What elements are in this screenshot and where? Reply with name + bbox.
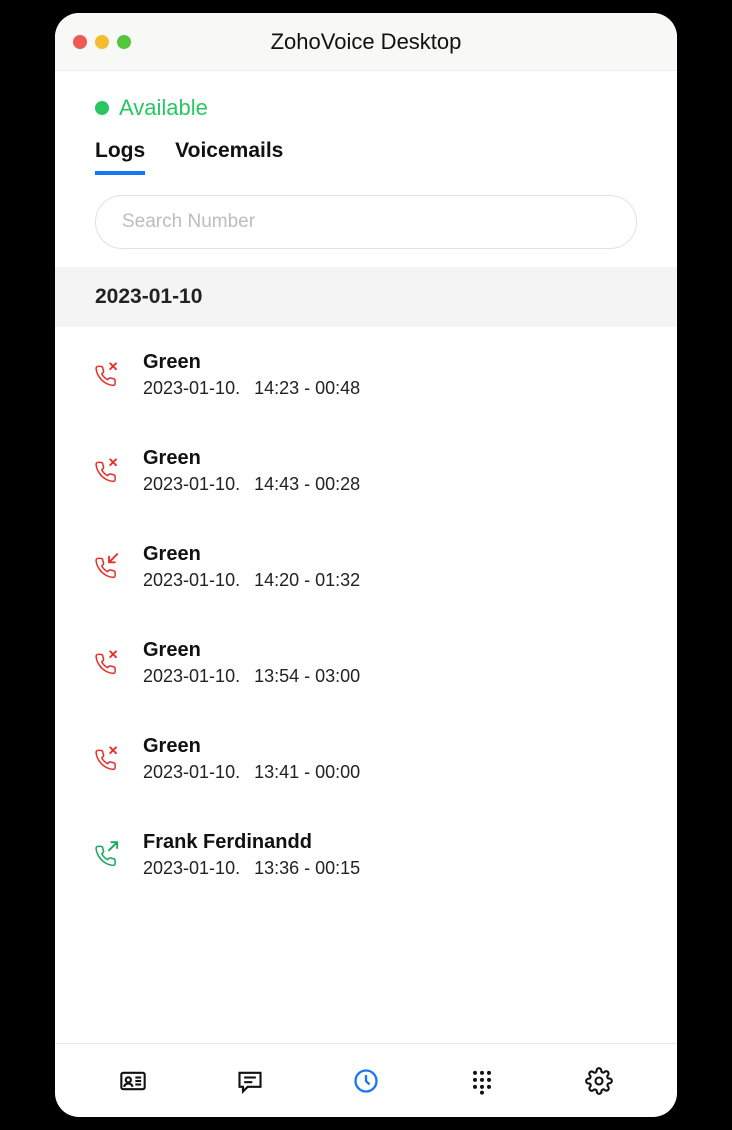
log-item[interactable]: Frank Ferdinandd 2023-01-10. 13:36 - 00:…: [55, 807, 677, 903]
log-time: 14:20 - 01:32: [254, 570, 360, 591]
app-window: ZohoVoice Desktop Available Logs Voicema…: [55, 13, 677, 1117]
log-body: Green 2023-01-10. 14:23 - 00:48: [143, 351, 360, 399]
nav-messages[interactable]: [235, 1066, 265, 1096]
log-time: 14:43 - 00:28: [254, 474, 360, 495]
nav-settings[interactable]: [584, 1066, 614, 1096]
clock-icon: [352, 1067, 380, 1095]
call-missed-icon: [95, 745, 123, 773]
log-body: Green 2023-01-10. 14:20 - 01:32: [143, 543, 360, 591]
log-meta: 2023-01-10. 14:43 - 00:28: [143, 474, 360, 495]
log-date: 2023-01-10.: [143, 666, 240, 687]
maximize-icon[interactable]: [117, 35, 131, 49]
log-name: Frank Ferdinandd: [143, 831, 360, 854]
traffic-lights: [73, 35, 131, 49]
tab-voicemails[interactable]: Voicemails: [175, 139, 283, 175]
log-name: Green: [143, 735, 360, 758]
nav-contacts[interactable]: [118, 1066, 148, 1096]
log-name: Green: [143, 543, 360, 566]
call-missed-icon: [95, 361, 123, 389]
log-meta: 2023-01-10. 13:36 - 00:15: [143, 858, 360, 879]
search-container: [55, 175, 677, 267]
log-date: 2023-01-10.: [143, 474, 240, 495]
call-missed-icon: [95, 457, 123, 485]
gear-icon: [585, 1067, 613, 1095]
message-icon: [236, 1067, 264, 1095]
log-time: 13:41 - 00:00: [254, 762, 360, 783]
status-dot-icon: [95, 101, 109, 115]
log-date: 2023-01-10.: [143, 858, 240, 879]
call-outgoing-icon: [95, 841, 123, 869]
bottom-nav: [55, 1043, 677, 1117]
log-list[interactable]: Green 2023-01-10. 14:23 - 00:48 Green 20…: [55, 327, 677, 1043]
log-item[interactable]: Green 2023-01-10. 14:20 - 01:32: [55, 519, 677, 615]
log-body: Frank Ferdinandd 2023-01-10. 13:36 - 00:…: [143, 831, 360, 879]
log-body: Green 2023-01-10. 14:43 - 00:28: [143, 447, 360, 495]
log-meta: 2023-01-10. 14:20 - 01:32: [143, 570, 360, 591]
log-meta: 2023-01-10. 14:23 - 00:48: [143, 378, 360, 399]
call-incoming-icon: [95, 553, 123, 581]
status-label: Available: [119, 95, 208, 121]
log-body: Green 2023-01-10. 13:54 - 03:00: [143, 639, 360, 687]
window-title: ZohoVoice Desktop: [55, 29, 677, 55]
log-meta: 2023-01-10. 13:54 - 03:00: [143, 666, 360, 687]
titlebar: ZohoVoice Desktop: [55, 13, 677, 71]
log-date: 2023-01-10.: [143, 762, 240, 783]
search-input[interactable]: [95, 195, 637, 249]
log-time: 13:36 - 00:15: [254, 858, 360, 879]
log-item[interactable]: Green 2023-01-10. 14:23 - 00:48: [55, 327, 677, 423]
log-name: Green: [143, 351, 360, 374]
log-date: 2023-01-10.: [143, 378, 240, 399]
status-row[interactable]: Available: [55, 71, 677, 129]
nav-recents[interactable]: [351, 1066, 381, 1096]
log-time: 13:54 - 03:00: [254, 666, 360, 687]
minimize-icon[interactable]: [95, 35, 109, 49]
log-item[interactable]: Green 2023-01-10. 13:54 - 03:00: [55, 615, 677, 711]
nav-dialpad[interactable]: [467, 1066, 497, 1096]
log-time: 14:23 - 00:48: [254, 378, 360, 399]
date-header: 2023-01-10: [55, 267, 677, 327]
log-meta: 2023-01-10. 13:41 - 00:00: [143, 762, 360, 783]
log-name: Green: [143, 639, 360, 662]
log-name: Green: [143, 447, 360, 470]
tab-logs[interactable]: Logs: [95, 139, 145, 175]
log-date: 2023-01-10.: [143, 570, 240, 591]
log-body: Green 2023-01-10. 13:41 - 00:00: [143, 735, 360, 783]
call-missed-icon: [95, 649, 123, 677]
tabs: Logs Voicemails: [55, 129, 677, 175]
dialpad-icon: [468, 1067, 496, 1095]
close-icon[interactable]: [73, 35, 87, 49]
log-item[interactable]: Green 2023-01-10. 14:43 - 00:28: [55, 423, 677, 519]
log-item[interactable]: Green 2023-01-10. 13:41 - 00:00: [55, 711, 677, 807]
contact-card-icon: [119, 1067, 147, 1095]
